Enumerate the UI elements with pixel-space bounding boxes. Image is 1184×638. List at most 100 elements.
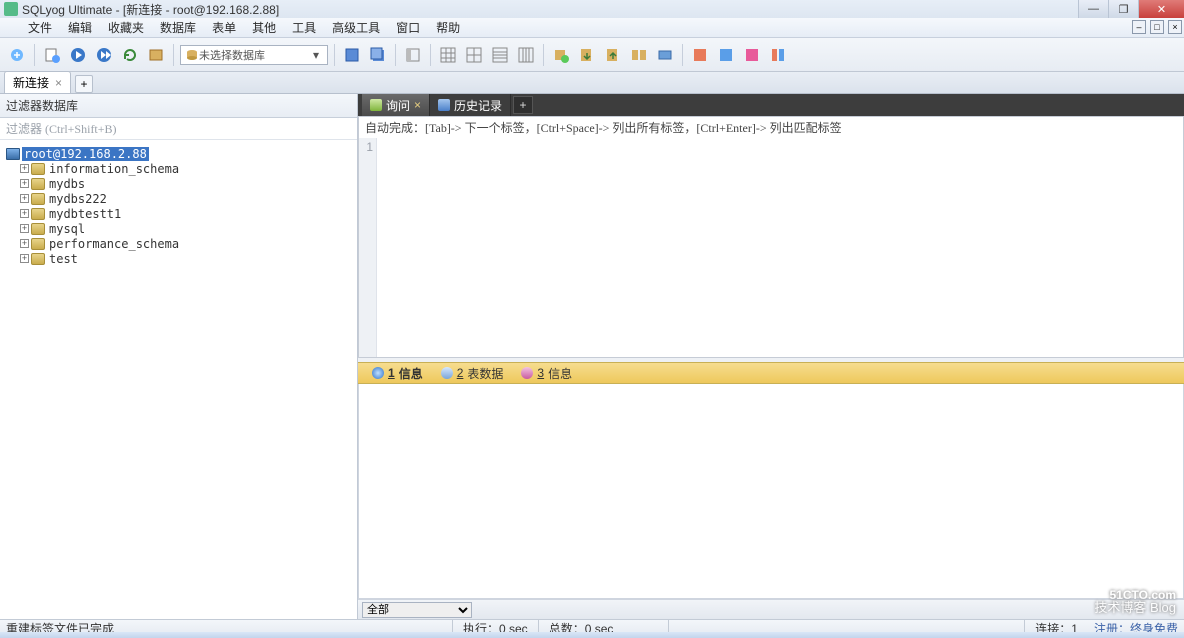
tab-messages[interactable]: 3 信息	[513, 363, 580, 384]
save-icon[interactable]	[341, 44, 363, 66]
result-area	[358, 384, 1184, 599]
expand-icon[interactable]: +	[20, 209, 29, 218]
window-title: SQLyog Ultimate - [新连接 - root@192.168.2.…	[22, 1, 279, 18]
object-browser: 过滤器数据库 过滤器 (Ctrl+Shift+B) root@192.168.2…	[0, 94, 358, 619]
tab-tabledata[interactable]: 2 表数据	[433, 363, 512, 384]
tab-num: 2	[457, 366, 464, 380]
menu-tools[interactable]: 工具	[284, 17, 324, 38]
database-icon	[31, 253, 45, 265]
compare-icon[interactable]	[628, 44, 650, 66]
new-query-icon[interactable]	[41, 44, 63, 66]
tool2-icon[interactable]	[715, 44, 737, 66]
close-button[interactable]: ✕	[1138, 0, 1184, 18]
info-icon	[372, 367, 384, 379]
tree-root[interactable]: root@192.168.2.88	[4, 146, 353, 161]
grid1-icon[interactable]	[437, 44, 459, 66]
sql-editor: 自动完成：[Tab]-> 下一个标签，[Ctrl+Space]-> 列出所有标签…	[358, 116, 1184, 358]
menu-db[interactable]: 数据库	[152, 17, 204, 38]
editor-panel: 询问 × 历史记录 + 自动完成：[Tab]-> 下一个标签，[Ctrl+Spa…	[358, 94, 1184, 619]
expand-icon[interactable]: +	[20, 254, 29, 263]
close-tab-icon[interactable]: ×	[414, 98, 421, 112]
execute-all-icon[interactable]	[93, 44, 115, 66]
menu-file[interactable]: 文件	[20, 17, 60, 38]
grid4-icon[interactable]	[515, 44, 537, 66]
mdi-app-icon	[4, 22, 16, 34]
server-icon[interactable]	[654, 44, 676, 66]
expand-icon[interactable]: +	[20, 224, 29, 233]
grid2-icon[interactable]	[463, 44, 485, 66]
editor-hint: 自动完成：[Tab]-> 下一个标签，[Ctrl+Space]-> 列出所有标签…	[359, 117, 1183, 138]
execute-icon[interactable]	[67, 44, 89, 66]
connection-tab-bar: 新连接 × +	[0, 72, 1184, 94]
menu-advtools[interactable]: 高级工具	[324, 17, 388, 38]
expand-icon[interactable]: +	[20, 179, 29, 188]
tool1-icon[interactable]	[689, 44, 711, 66]
sync-icon[interactable]	[550, 44, 572, 66]
export-icon[interactable]	[602, 44, 624, 66]
title-bar: SQLyog Ultimate - [新连接 - root@192.168.2.…	[0, 0, 1184, 18]
tree-root-label: root@192.168.2.88	[22, 147, 149, 161]
saveall-icon[interactable]	[367, 44, 389, 66]
table-icon	[441, 367, 453, 379]
add-connection-tab[interactable]: +	[75, 75, 93, 93]
tree-db[interactable]: +mydbs	[4, 176, 353, 191]
tree-db[interactable]: + performance_schema	[4, 236, 353, 251]
server-icon	[6, 148, 20, 160]
add-query-tab[interactable]: +	[513, 96, 533, 114]
menu-edit[interactable]: 编辑	[60, 17, 100, 38]
result-tab-bar: 1 信息 2 表数据 3 信息	[358, 362, 1184, 384]
tree-db[interactable]: +mydbs222	[4, 191, 353, 206]
menu-table[interactable]: 表单	[204, 17, 244, 38]
mdi-min-button[interactable]: –	[1132, 20, 1146, 34]
expand-icon[interactable]: +	[20, 194, 29, 203]
tab-info[interactable]: 1 信息	[364, 363, 431, 384]
tree-db-label: performance_schema	[47, 237, 181, 251]
database-icon	[31, 208, 45, 220]
tool4-icon[interactable]	[767, 44, 789, 66]
tab-query[interactable]: 询问 ×	[362, 94, 430, 117]
result-filter-select[interactable]: 全部	[362, 602, 472, 618]
tree-db[interactable]: + test	[4, 251, 353, 266]
filter-hint[interactable]: 过滤器 (Ctrl+Shift+B)	[0, 118, 357, 140]
app-icon	[4, 2, 18, 16]
toggle-panel-icon[interactable]	[402, 44, 424, 66]
menu-bar: 文件 编辑 收藏夹 数据库 表单 其他 工具 高级工具 窗口 帮助 – □ ×	[0, 18, 1184, 38]
close-tab-icon[interactable]: ×	[55, 76, 62, 90]
main-split: 过滤器数据库 过滤器 (Ctrl+Shift+B) root@192.168.2…	[0, 94, 1184, 619]
tree-db[interactable]: + mysql	[4, 221, 353, 236]
menu-fav[interactable]: 收藏夹	[100, 17, 152, 38]
dropdown-icon[interactable]: ▾	[309, 48, 323, 62]
taskbar-edge	[0, 632, 1184, 638]
expand-icon[interactable]: +	[20, 239, 29, 248]
tree-db-label: mysql	[47, 222, 87, 236]
database-icon	[31, 238, 45, 250]
connection-tab[interactable]: 新连接 ×	[4, 71, 71, 93]
database-icon	[31, 163, 45, 175]
format-icon[interactable]	[145, 44, 167, 66]
tool3-icon[interactable]	[741, 44, 763, 66]
menu-window[interactable]: 窗口	[388, 17, 428, 38]
new-connection-icon[interactable]	[6, 44, 28, 66]
line-gutter: 1	[359, 138, 377, 357]
tree-db[interactable]: +information_schema	[4, 161, 353, 176]
grid3-icon[interactable]	[489, 44, 511, 66]
result-footer: 全部	[358, 599, 1184, 619]
mdi-close-button[interactable]: ×	[1168, 20, 1182, 34]
database-selector[interactable]: ▾	[180, 45, 328, 65]
connection-tab-label: 新连接	[13, 74, 49, 91]
menu-help[interactable]: 帮助	[428, 17, 468, 38]
database-input[interactable]	[199, 49, 309, 61]
db-tree[interactable]: root@192.168.2.88 +information_schema +m…	[0, 140, 357, 619]
tree-db[interactable]: +mydbtestt1	[4, 206, 353, 221]
minimize-button[interactable]: —	[1078, 0, 1108, 18]
refresh-icon[interactable]	[119, 44, 141, 66]
message-icon	[521, 367, 533, 379]
mdi-restore-button[interactable]: □	[1150, 20, 1164, 34]
restore-button[interactable]: ❐	[1108, 0, 1138, 18]
expand-icon[interactable]: +	[20, 164, 29, 173]
code-area[interactable]	[377, 138, 1183, 357]
tree-db-label: test	[47, 252, 80, 266]
tab-history[interactable]: 历史记录	[430, 94, 511, 117]
menu-other[interactable]: 其他	[244, 17, 284, 38]
import-icon[interactable]	[576, 44, 598, 66]
